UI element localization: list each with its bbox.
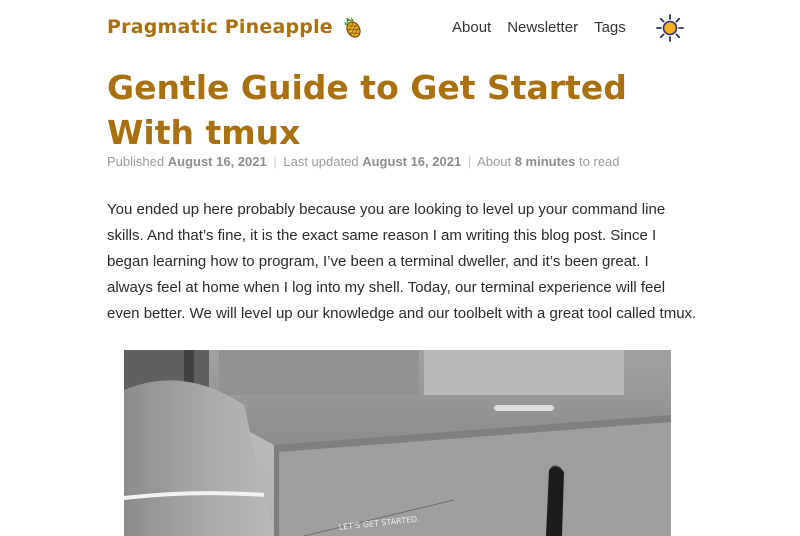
theme-toggle-button[interactable] <box>655 13 685 43</box>
read-time: 8 minutes <box>514 154 576 169</box>
post-hero-image: LET'S GET STARTED. <box>124 350 671 536</box>
published-date: August 16, 2021 <box>167 154 267 169</box>
updated-date: August 16, 2021 <box>362 154 462 169</box>
published-label: Published <box>107 154 165 169</box>
main-nav: About Newsletter Tags <box>452 19 642 36</box>
site-header: Pragmatic Pineapple About Newsletter Tag… <box>0 0 800 56</box>
sun-icon <box>656 14 684 42</box>
brand-link[interactable]: Pragmatic Pineapple <box>107 14 365 40</box>
nav-item-about[interactable]: About <box>452 19 491 36</box>
pineapple-icon <box>339 14 365 40</box>
post-title: Gentle Guide to Get Started With tmux <box>107 68 627 152</box>
nav-item-tags[interactable]: Tags <box>594 19 626 36</box>
site-name: Pragmatic Pineapple <box>107 16 333 38</box>
meta-separator: | <box>467 154 472 169</box>
updated-label: Last updated <box>283 154 359 169</box>
nav-item-newsletter[interactable]: Newsletter <box>507 19 578 36</box>
meta-separator: | <box>273 154 277 169</box>
post-intro-paragraph: You ended up here probably because you a… <box>107 201 697 322</box>
read-suffix: to read <box>579 154 620 169</box>
post-meta: Published August 16, 2021 | Last updated… <box>107 154 620 169</box>
about-label: About <box>477 154 512 169</box>
